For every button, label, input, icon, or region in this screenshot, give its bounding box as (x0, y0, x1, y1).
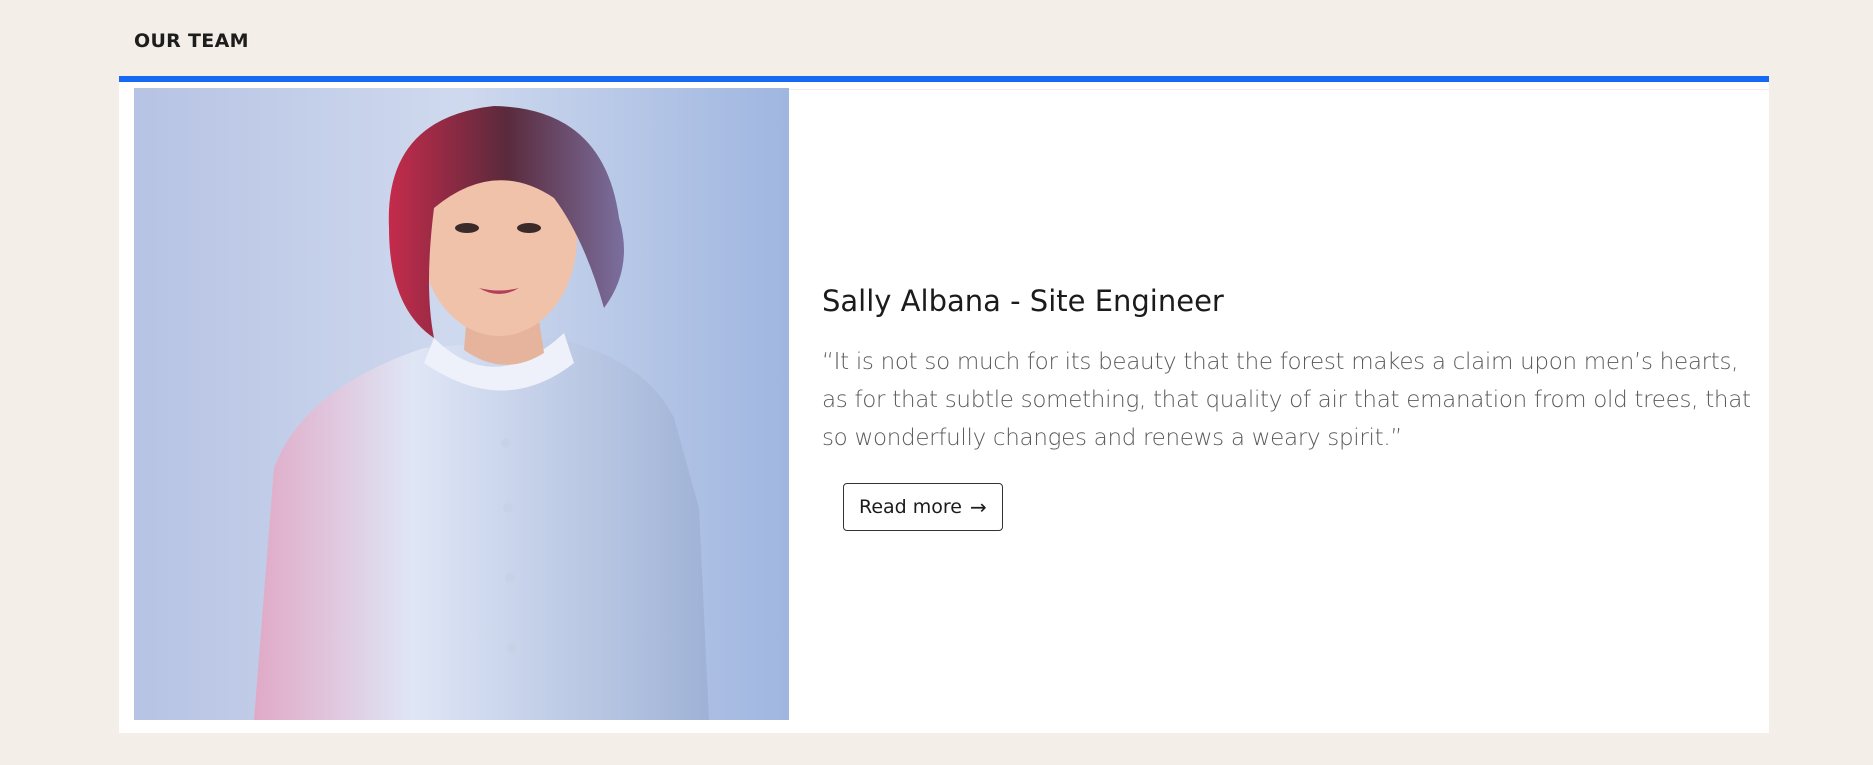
team-member-card: Sally Albana - Site Engineer “It is not … (119, 76, 1769, 733)
section-title: OUR TEAM (134, 30, 249, 52)
team-member-quote: “It is not so much for its beauty that t… (822, 348, 1751, 451)
read-more-button[interactable]: Read more → (843, 482, 1003, 531)
team-member-name: Sally Albana - Site Engineer (822, 284, 1224, 318)
team-member-info: Sally Albana - Site Engineer “It is not … (822, 284, 1752, 531)
read-more-label: Read more (859, 495, 962, 518)
divider (789, 89, 1769, 90)
arrow-right-icon: → (970, 494, 987, 519)
team-member-photo (134, 88, 789, 720)
